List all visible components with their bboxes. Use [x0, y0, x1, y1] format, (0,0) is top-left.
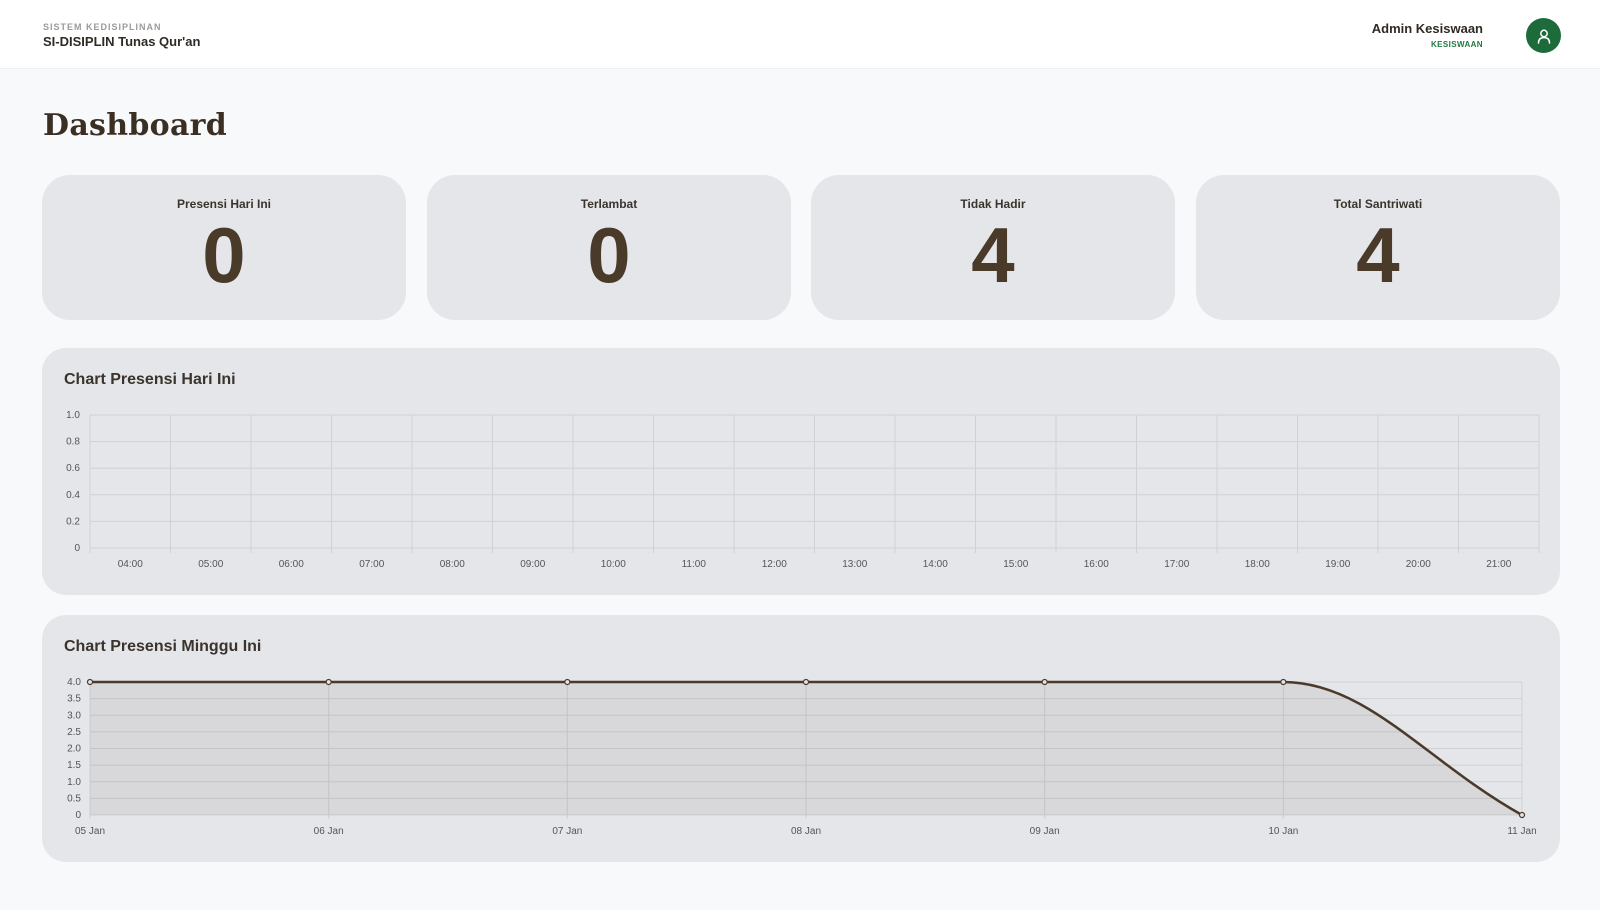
x-tick-label: 16:00 [1084, 559, 1109, 570]
x-tick-label: 14:00 [923, 559, 948, 570]
x-tick-label: 06 Jan [314, 826, 344, 837]
stat-label: Total Santriwati [1333, 197, 1423, 211]
app-frame: SISTEM KEDISIPLINAN SI-DISIPLIN Tunas Qu… [0, 0, 1600, 910]
y-tick-label: 1.5 [67, 760, 81, 771]
y-tick-label: 3.0 [67, 710, 81, 721]
x-tick-label: 06:00 [279, 559, 304, 570]
data-point [564, 678, 571, 686]
stat-label: Tidak Hadir [960, 197, 1026, 211]
chart-week: 0 0.5 1.0 1.5 2.0 2.5 3.0 3.5 4.0 05 Jan 06 Jan 07 … [67, 677, 1537, 837]
x-tick-label: 10 Jan [1268, 826, 1298, 837]
y-tick-label: 0.2 [66, 516, 80, 527]
x-tick-label: 19:00 [1325, 559, 1350, 570]
user-name: Admin Kesiswaan [1371, 21, 1483, 36]
data-point [325, 678, 332, 686]
y-tick-label: 0.8 [66, 437, 80, 448]
stat-label: Presensi Hari Ini [176, 197, 272, 211]
x-tick-label: 04:00 [118, 559, 143, 570]
y-tick-label: 3.5 [67, 694, 81, 705]
x-tick-label: 07:00 [359, 559, 384, 570]
y-tick-label: 1.0 [67, 777, 81, 788]
x-tick-label: 17:00 [1164, 559, 1189, 570]
x-tick-label: 09:00 [520, 559, 545, 570]
stat-value: 4 [1356, 211, 1400, 299]
stat-card-presensi: Presensi Hari Ini 0 [42, 175, 406, 320]
y-tick-label: 0.6 [66, 463, 80, 474]
y-tick-label: 2.0 [67, 744, 81, 755]
chart-card-today: Chart Presensi Hari Ini 0 0.2 0.4 0.6 0.8 1.0… [42, 348, 1560, 595]
series-area [90, 682, 1522, 815]
data-point [1041, 678, 1048, 686]
app-subtitle: SISTEM KEDISIPLINAN [43, 22, 162, 32]
stat-label: Terlambat [580, 197, 638, 211]
page-title: Dashboard [43, 108, 228, 143]
x-tick-label: 07 Jan [552, 826, 582, 837]
user-role: KESISWAAN [1430, 40, 1483, 49]
y-tick-label: 1.0 [66, 410, 80, 421]
y-tick-label: 0 [75, 810, 81, 821]
x-tick-label: 15:00 [1003, 559, 1028, 570]
y-tick-label: 4.0 [67, 677, 81, 688]
x-tick-label: 05 Jan [75, 826, 105, 837]
stat-card-total-santriwati: Total Santriwati 4 [1196, 175, 1560, 320]
x-tick-label: 11:00 [682, 559, 707, 570]
data-point [86, 678, 94, 686]
avatar[interactable] [1526, 18, 1561, 53]
x-tick-label: 12:00 [762, 559, 787, 570]
stat-value: 4 [971, 211, 1015, 299]
x-tick-label: 09 Jan [1030, 826, 1060, 837]
x-tick-label: 21:00 [1486, 559, 1511, 570]
chart-card-week: Chart Presensi Minggu Ini 0 0.5 1.0 1.5 2.0 2… [42, 615, 1560, 862]
chart-today: 0 0.2 0.4 0.6 0.8 1.0 04:00 05:00 06:00 07:00 08:0… [66, 410, 1540, 570]
x-tick-label: 10:00 [601, 559, 626, 570]
stat-value: 0 [587, 211, 631, 299]
stat-value: 0 [202, 211, 246, 299]
x-tick-label: 08:00 [440, 559, 465, 570]
data-point [1280, 678, 1287, 686]
user-info[interactable]: Admin Kesiswaan KESISWAAN [1372, 21, 1483, 49]
x-tick-label: 11 Jan [1507, 826, 1536, 837]
y-tick-label: 0 [74, 543, 80, 554]
app-title[interactable]: SI-DISIPLIN Tunas Qur'an [43, 34, 200, 49]
y-tick-label: 0.5 [67, 793, 81, 804]
stat-card-terlambat: Terlambat 0 [427, 175, 791, 320]
top-bar: SISTEM KEDISIPLINAN SI-DISIPLIN Tunas Qu… [0, 0, 1600, 69]
data-point [802, 678, 810, 686]
x-tick-label: 13:00 [842, 559, 867, 570]
stat-card-tidak-hadir: Tidak Hadir 4 [811, 175, 1175, 320]
x-tick-label: 08 Jan [791, 826, 821, 837]
x-tick-label: 18:00 [1245, 559, 1270, 570]
x-tick-label: 05:00 [198, 559, 223, 570]
y-tick-label: 2.5 [67, 727, 81, 738]
data-point [1518, 811, 1526, 819]
x-tick-label: 20:00 [1406, 559, 1431, 570]
user-icon [1537, 29, 1550, 44]
y-tick-label: 0.4 [66, 490, 80, 501]
